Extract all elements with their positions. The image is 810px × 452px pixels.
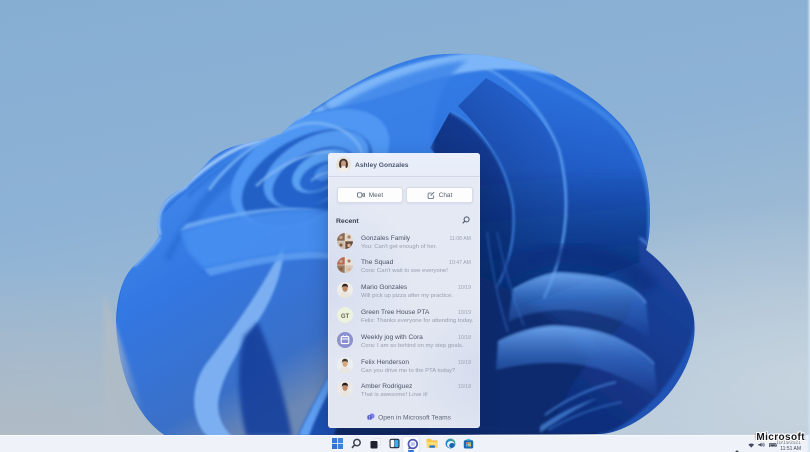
svg-text:GT: GT [341,314,350,320]
